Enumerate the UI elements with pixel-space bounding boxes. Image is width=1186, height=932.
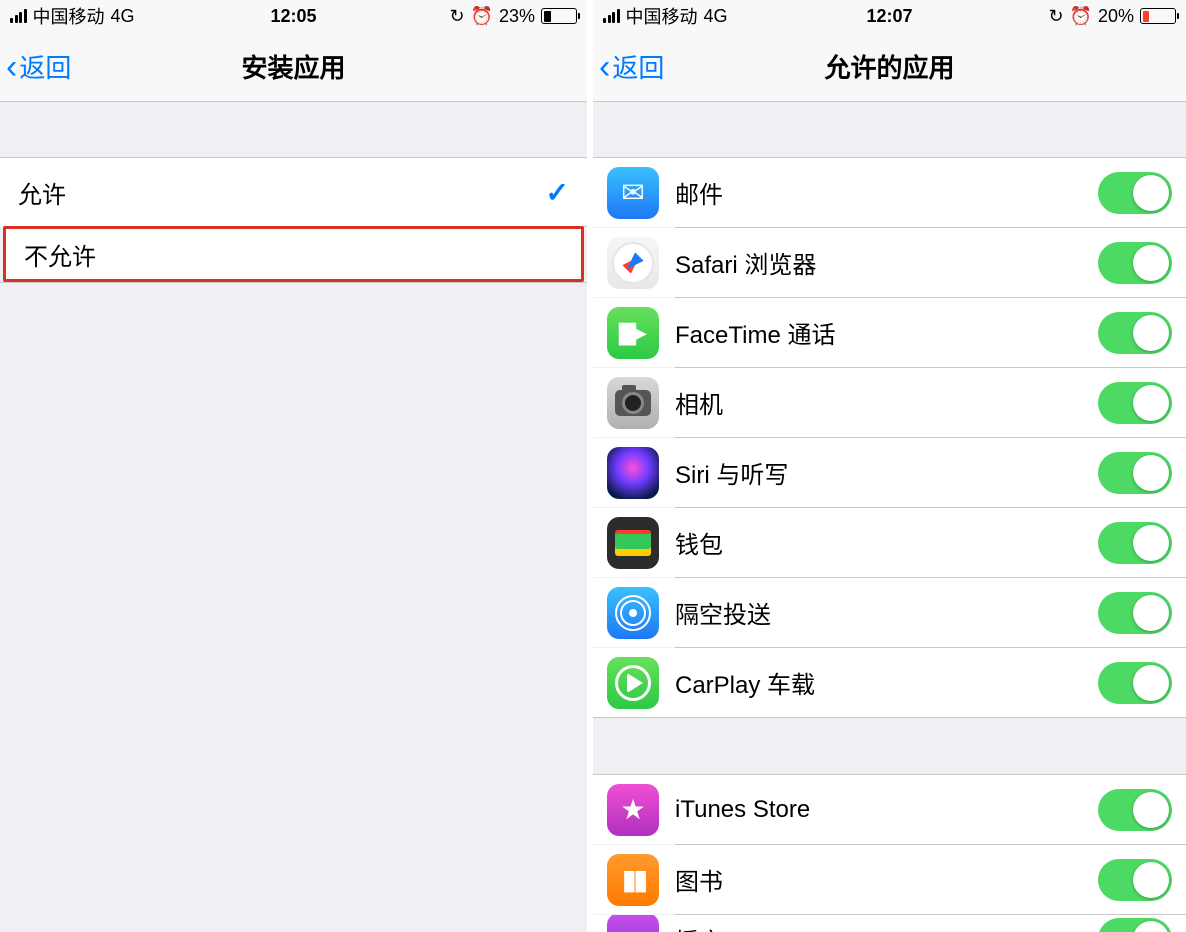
sync-icon: ↻ [1048, 6, 1063, 27]
content-area: ✉︎ 邮件 Safari 浏览器 ▇▸ FaceTime 通话 相机 Siri … [593, 102, 1186, 932]
carrier-label: 中国移动 [626, 3, 698, 29]
wallet-icon [607, 517, 659, 569]
app-label: CarPlay 车载 [675, 665, 1098, 700]
app-row-camera: 相机 [593, 368, 1186, 437]
facetime-icon: ▇▸ [607, 307, 659, 359]
network-label: 4G [704, 6, 728, 27]
app-label: iTunes Store [675, 796, 1098, 824]
battery-pct: 20% [1098, 6, 1134, 27]
mail-icon: ✉︎ [607, 167, 659, 219]
chevron-left-icon: ‹ [6, 50, 17, 84]
app-label: 隔空投送 [675, 595, 1098, 630]
app-label: 相机 [675, 385, 1098, 420]
clock: 12:07 [866, 6, 912, 27]
app-label: FaceTime 通话 [675, 315, 1098, 350]
toggle-facetime[interactable] [1098, 312, 1172, 354]
status-bar: 中国移动 4G 12:07 ↻ ⏰ 20% [593, 0, 1186, 32]
clock: 12:05 [270, 6, 316, 27]
app-label: Safari 浏览器 [675, 245, 1098, 280]
toggle-wallet[interactable] [1098, 522, 1172, 564]
app-label: Siri 与听写 [675, 455, 1098, 490]
app-label: 钱包 [675, 525, 1098, 560]
sync-icon: ↻ [449, 6, 464, 27]
app-row-podcast: 播客 [593, 915, 1186, 932]
alarm-icon: ⏰ [471, 6, 493, 27]
airdrop-icon [607, 587, 659, 639]
app-row-airdrop: 隔空投送 [593, 578, 1186, 647]
network-label: 4G [111, 6, 135, 27]
chevron-left-icon: ‹ [599, 50, 610, 84]
toggle-siri[interactable] [1098, 452, 1172, 494]
toggle-itunes[interactable] [1098, 789, 1172, 831]
toggle-mail[interactable] [1098, 172, 1172, 214]
option-disallow[interactable]: 不允许 [3, 226, 584, 282]
toggle-carplay[interactable] [1098, 662, 1172, 704]
carrier-label: 中国移动 [33, 3, 105, 29]
back-button[interactable]: ‹ 返回 [0, 48, 71, 85]
option-allow[interactable]: 允许 ✓ [0, 158, 587, 226]
app-label: 播客 [675, 922, 1098, 932]
back-label: 返回 [612, 48, 664, 85]
books-icon: ▮▮ [607, 854, 659, 906]
nav-bar: ‹ 返回 安装应用 [0, 32, 587, 102]
carplay-icon [607, 657, 659, 709]
app-row-itunes: ★ iTunes Store [593, 775, 1186, 844]
back-label: 返回 [19, 48, 71, 85]
podcast-icon [607, 915, 659, 932]
battery-pct: 23% [499, 6, 535, 27]
screen-allowed-apps: 中国移动 4G 12:07 ↻ ⏰ 20% ‹ 返回 允许的应用 ✉︎ 邮件 [593, 0, 1186, 932]
app-row-carplay: CarPlay 车载 [593, 648, 1186, 717]
content-area: 允许 ✓ 不允许 [0, 102, 587, 283]
toggle-podcast[interactable] [1098, 918, 1172, 932]
safari-icon [607, 237, 659, 289]
camera-icon [607, 377, 659, 429]
signal-icon [10, 9, 27, 23]
toggle-camera[interactable] [1098, 382, 1172, 424]
app-row-books: ▮▮ 图书 [593, 845, 1186, 914]
signal-icon [603, 9, 620, 23]
toggle-books[interactable] [1098, 859, 1172, 901]
app-row-safari: Safari 浏览器 [593, 228, 1186, 297]
page-title: 允许的应用 [824, 48, 954, 85]
option-label: 允许 [18, 175, 546, 210]
app-row-mail: ✉︎ 邮件 [593, 158, 1186, 227]
siri-icon [607, 447, 659, 499]
app-row-facetime: ▇▸ FaceTime 通话 [593, 298, 1186, 367]
app-label: 邮件 [675, 175, 1098, 210]
screen-install-apps: 中国移动 4G 12:05 ↻ ⏰ 23% ‹ 返回 安装应用 允许 ✓ 不允许 [0, 0, 593, 932]
checkmark-icon: ✓ [546, 176, 569, 209]
nav-bar: ‹ 返回 允许的应用 [593, 32, 1186, 102]
app-row-wallet: 钱包 [593, 508, 1186, 577]
battery-icon [1140, 8, 1176, 24]
toggle-airdrop[interactable] [1098, 592, 1172, 634]
back-button[interactable]: ‹ 返回 [593, 48, 664, 85]
itunes-icon: ★ [607, 784, 659, 836]
app-label: 图书 [675, 862, 1098, 897]
battery-icon [541, 8, 577, 24]
status-bar: 中国移动 4G 12:05 ↻ ⏰ 23% [0, 0, 587, 32]
page-title: 安装应用 [241, 48, 345, 85]
toggle-safari[interactable] [1098, 242, 1172, 284]
alarm-icon: ⏰ [1070, 6, 1092, 27]
option-label: 不允许 [24, 237, 563, 272]
app-row-siri: Siri 与听写 [593, 438, 1186, 507]
